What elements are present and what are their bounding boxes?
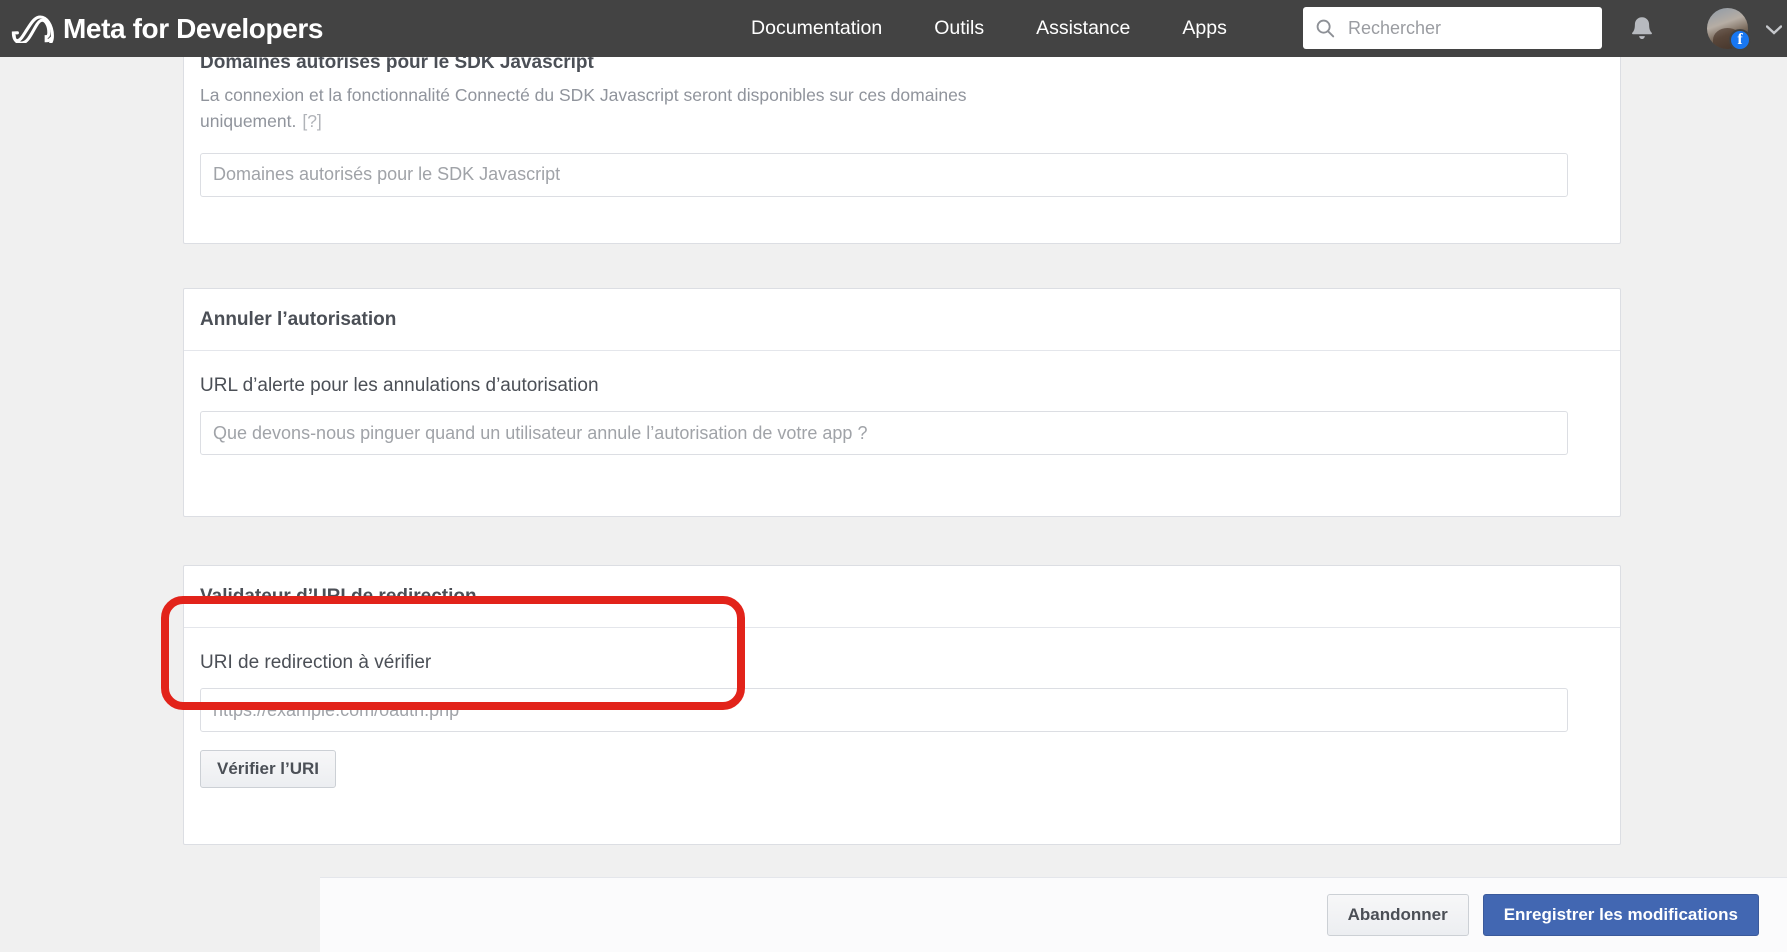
nav-item-apps[interactable]: Apps	[1156, 0, 1252, 57]
meta-infinity-logo-icon	[11, 14, 54, 43]
facebook-badge-icon: f	[1729, 29, 1751, 51]
search-box[interactable]	[1303, 7, 1602, 49]
redirect-uri-card-header: Validateur d’URI de redirection	[184, 566, 1620, 628]
nav-item-documentation[interactable]: Documentation	[725, 0, 908, 57]
help-hint-icon: [?]	[302, 111, 322, 132]
save-changes-button[interactable]: Enregistrer les modifications	[1482, 894, 1759, 936]
brand-title: Meta for Developers	[63, 12, 324, 44]
notifications-button[interactable]	[1625, 12, 1659, 46]
deauthorize-callback-url-input[interactable]	[200, 411, 1568, 455]
form-action-bar: Abandonner Enregistrer les modifications	[320, 877, 1787, 952]
account-menu-button[interactable]	[1765, 22, 1783, 40]
top-navigation-bar: Meta for Developers Documentation Outils…	[0, 0, 1787, 57]
deauthorize-url-label: URL d’alerte pour les annulations d’auto…	[200, 375, 599, 396]
search-input[interactable]	[1346, 7, 1591, 49]
redirect-uri-validator-card: Validateur d’URI de redirection URI de r…	[183, 565, 1621, 845]
nav-item-outils[interactable]: Outils	[908, 0, 1010, 57]
chevron-down-icon	[1765, 25, 1783, 35]
javascript-sdk-help-text: La connexion et la fonctionnalité Connec…	[200, 82, 1010, 135]
javascript-sdk-domains-card: Domaines autorisés pour le SDK Javascrip…	[183, 47, 1621, 244]
brand-home-link[interactable]: Meta for Developers	[10, 0, 323, 57]
deauthorize-card: Annuler l’autorisation URL d’alerte pour…	[183, 288, 1621, 517]
search-icon	[1316, 19, 1335, 38]
cancel-button[interactable]: Abandonner	[1326, 894, 1469, 936]
verify-uri-button[interactable]: Vérifier l’URI	[200, 750, 337, 788]
redirect-uri-input[interactable]	[200, 688, 1568, 732]
javascript-sdk-domains-input[interactable]	[200, 152, 1568, 197]
primary-nav: Documentation Outils Assistance Apps	[725, 0, 1253, 57]
nav-item-assistance[interactable]: Assistance	[1010, 0, 1156, 57]
redirect-uri-label: URI de redirection à vérifier	[200, 652, 432, 673]
deauthorize-card-header: Annuler l’autorisation	[184, 289, 1620, 351]
bell-icon	[1632, 17, 1652, 39]
redirect-uri-card-title: Validateur d’URI de redirection	[200, 585, 477, 607]
deauthorize-card-title: Annuler l’autorisation	[200, 308, 397, 330]
user-avatar-button[interactable]: f	[1707, 8, 1751, 51]
page-content: Domaines autorisés pour le SDK Javascrip…	[0, 47, 1787, 952]
